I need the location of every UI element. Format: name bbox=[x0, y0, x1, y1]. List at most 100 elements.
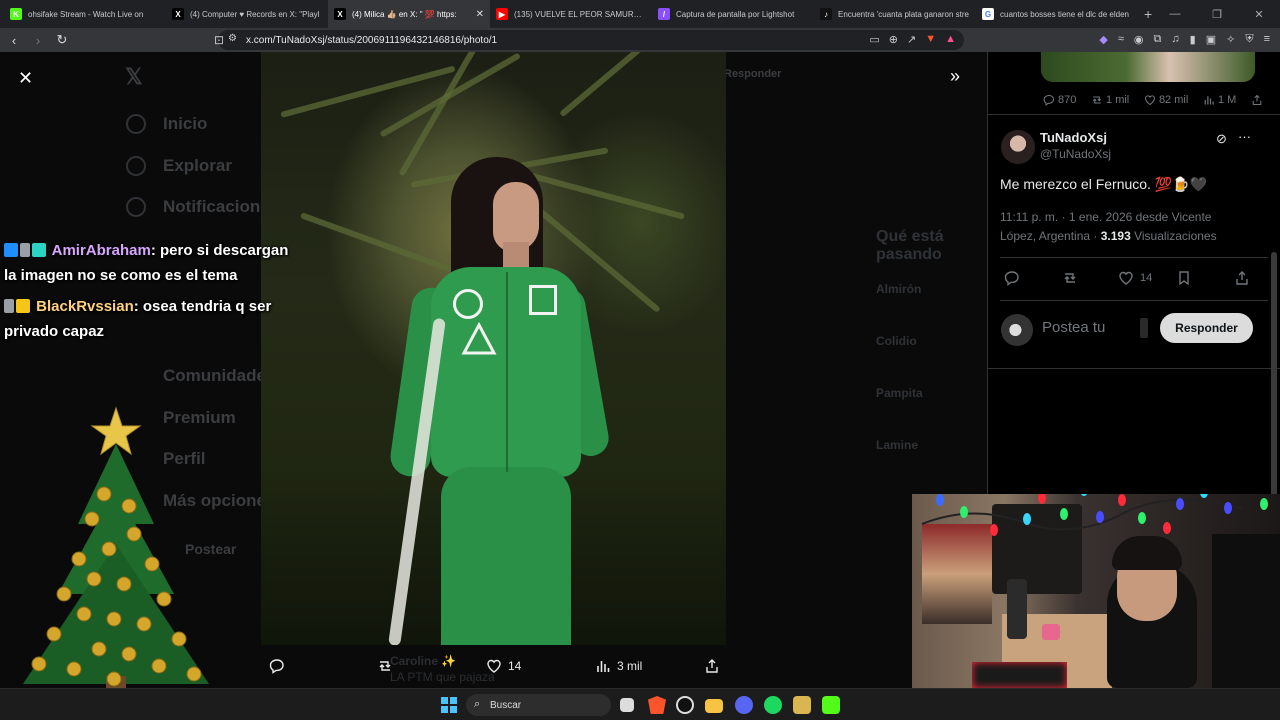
extension-3-icon[interactable]: ◉ bbox=[1134, 33, 1144, 46]
tweet-text: Me merezco el Fernuco. 💯🍺🖤 bbox=[1000, 176, 1208, 192]
media-icon[interactable] bbox=[1140, 318, 1148, 338]
prev-reposts[interactable]: 1 mil bbox=[1091, 94, 1129, 106]
avatar[interactable] bbox=[1001, 130, 1035, 164]
like-button[interactable]: 14 bbox=[1118, 270, 1152, 286]
trend-3[interactable]: Pampita bbox=[876, 386, 923, 400]
nav-comunidades[interactable]: Comunidades bbox=[163, 366, 275, 386]
tab-favicon-icon: / bbox=[658, 8, 670, 20]
cup bbox=[1042, 624, 1060, 640]
trend-2[interactable]: Colidio bbox=[876, 334, 917, 348]
hammer-badge-icon bbox=[20, 243, 30, 257]
wallet-icon[interactable]: ▣ bbox=[1206, 33, 1216, 46]
share-button[interactable] bbox=[1234, 270, 1250, 286]
taskbar-search[interactable]: ⌕ Buscar bbox=[466, 694, 611, 716]
tweet-photo[interactable] bbox=[261, 52, 726, 645]
like-action[interactable]: 14 bbox=[486, 658, 521, 674]
expand-panel-icon[interactable]: » bbox=[950, 66, 960, 87]
start-button[interactable] bbox=[441, 697, 457, 713]
divider bbox=[988, 368, 1280, 369]
author-handle[interactable]: @TuNadoXsj bbox=[1040, 147, 1111, 161]
zoom-icon[interactable]: ⊕ bbox=[889, 33, 898, 46]
forward-button[interactable]: › bbox=[28, 33, 48, 48]
spotify-icon[interactable] bbox=[764, 696, 782, 714]
close-viewer-icon[interactable]: ✕ bbox=[18, 68, 33, 89]
tab-label: (4) Computer ♥ Records en X: "Playl bbox=[190, 9, 320, 19]
tab-favicon-icon: G bbox=[982, 8, 994, 20]
gift-badge-icon bbox=[32, 243, 46, 257]
extensions-icon[interactable]: ⧉ bbox=[1154, 33, 1162, 46]
browser-tab[interactable]: Gcuantos bosses tiene el dlc de elden bbox=[976, 0, 1138, 28]
menu-icon[interactable]: ≡ bbox=[1264, 33, 1270, 46]
prev-replies[interactable]: 870 bbox=[1043, 94, 1076, 106]
repost-action[interactable] bbox=[377, 658, 393, 674]
browser-tab[interactable]: / Captura de pantalla por Lightshot bbox=[652, 0, 814, 28]
media-icon[interactable]: ♫ bbox=[1171, 33, 1179, 46]
vpn-icon[interactable]: ⛨ bbox=[1245, 33, 1253, 46]
minimize-button[interactable]: — bbox=[1154, 8, 1196, 20]
share-icon bbox=[1236, 271, 1248, 285]
reply-header[interactable]: Responder bbox=[724, 68, 781, 80]
browser-tab[interactable]: ♪ Encuentra 'cuanta plata ganaron stre bbox=[814, 0, 976, 28]
browser-tab[interactable]: X (4) Milica 👍🏼 en X: " 💯 https: ✕ bbox=[328, 0, 490, 28]
discord-icon[interactable] bbox=[735, 696, 753, 714]
chair bbox=[1212, 534, 1280, 688]
trend-1[interactable]: Almirón bbox=[876, 282, 921, 296]
site-info-icon[interactable]: ⚙ bbox=[228, 33, 237, 44]
prev-likes[interactable]: 82 mil bbox=[1144, 94, 1188, 106]
address-bar[interactable]: ⊡ ⚙ x.com/TuNadoXsj/status/2006911196432… bbox=[214, 30, 964, 50]
grok-icon[interactable]: ⊘ bbox=[1216, 131, 1227, 147]
repost-button[interactable] bbox=[1062, 270, 1078, 286]
tab-close-icon[interactable]: ✕ bbox=[476, 9, 484, 20]
brave-icon[interactable] bbox=[648, 696, 666, 714]
url-text[interactable]: x.com/TuNadoXsj/status/20069111964321468… bbox=[246, 35, 497, 46]
nav-explorar[interactable]: Explorar bbox=[163, 156, 232, 176]
brave-rewards-icon[interactable]: ▲ bbox=[945, 33, 956, 46]
file-explorer-icon[interactable] bbox=[705, 699, 723, 713]
analytics-icon bbox=[1204, 96, 1214, 105]
back-button[interactable]: ‹ bbox=[4, 33, 24, 48]
reload-button[interactable]: ↻ bbox=[52, 32, 72, 48]
prev-views[interactable]: 1 M bbox=[1203, 94, 1236, 106]
chat-username: BlackRvssian bbox=[36, 298, 134, 315]
tab-label: Encuentra 'cuanta plata ganaron stre bbox=[838, 9, 969, 19]
browser-tab[interactable]: X (4) Computer ♥ Records en X: "Playl bbox=[166, 0, 328, 28]
reply-button[interactable] bbox=[1004, 270, 1020, 286]
leo-icon[interactable]: ✧ bbox=[1226, 33, 1235, 46]
views-action[interactable]: 3 mil bbox=[595, 658, 642, 674]
share-icon[interactable]: ↗ bbox=[907, 33, 916, 46]
kick-icon[interactable] bbox=[822, 696, 840, 714]
responder-button[interactable]: Responder bbox=[1160, 313, 1253, 343]
app-icon[interactable] bbox=[793, 696, 811, 714]
nav-inicio[interactable]: Inicio bbox=[163, 114, 207, 134]
task-view-icon[interactable] bbox=[620, 698, 634, 712]
bookmark-button[interactable] bbox=[1176, 270, 1192, 286]
author-name[interactable]: TuNadoXsj bbox=[1040, 130, 1107, 145]
previous-post-image[interactable] bbox=[1041, 52, 1255, 82]
photo-action-bar: 14 3 mil bbox=[261, 652, 726, 680]
extension-1-icon[interactable]: ◆ bbox=[1099, 33, 1107, 46]
maximize-button[interactable]: ❐ bbox=[1196, 8, 1238, 21]
browser-tab[interactable]: ▶ (135) VUELVE EL PEOR SAMURAI DE bbox=[490, 0, 652, 28]
page-viewport: 𝕏 Inicio Explorar Notificaciones Comunid… bbox=[0, 52, 1280, 688]
new-tab-button[interactable]: + bbox=[1144, 6, 1152, 22]
current-user-avatar bbox=[1001, 314, 1033, 346]
stream-chat-overlay: AmirAbraham: pero si descargan la imagen… bbox=[4, 238, 304, 344]
brave-shield-icon[interactable]: ▼ bbox=[925, 33, 936, 46]
extension-2-icon[interactable]: ≈ bbox=[1118, 33, 1124, 46]
obs-icon[interactable] bbox=[676, 696, 694, 714]
windows-taskbar: ⌕ Buscar bbox=[0, 688, 1280, 720]
share-action[interactable] bbox=[704, 658, 720, 674]
x-logo: 𝕏 bbox=[125, 64, 143, 89]
cast-icon[interactable]: ▭ bbox=[869, 33, 879, 46]
reply-input[interactable]: Postea tu bbox=[1042, 319, 1105, 336]
trend-4[interactable]: Lamine bbox=[876, 438, 918, 452]
reply-action[interactable] bbox=[269, 658, 285, 674]
more-options-icon[interactable]: ··· bbox=[1238, 129, 1251, 144]
browser-tab[interactable]: Kohsifake Stream - Watch Live on bbox=[4, 0, 166, 28]
tab-label: (4) Milica 👍🏼 en X: " 💯 https: bbox=[352, 9, 457, 19]
close-window-button[interactable]: ✕ bbox=[1238, 8, 1280, 21]
bookmark-icon[interactable]: ⊡ bbox=[214, 33, 224, 47]
prev-share[interactable] bbox=[1251, 94, 1263, 106]
tab-label: (135) VUELVE EL PEOR SAMURAI DE bbox=[514, 9, 646, 19]
sidebar-icon[interactable]: ▮ bbox=[1190, 33, 1196, 46]
